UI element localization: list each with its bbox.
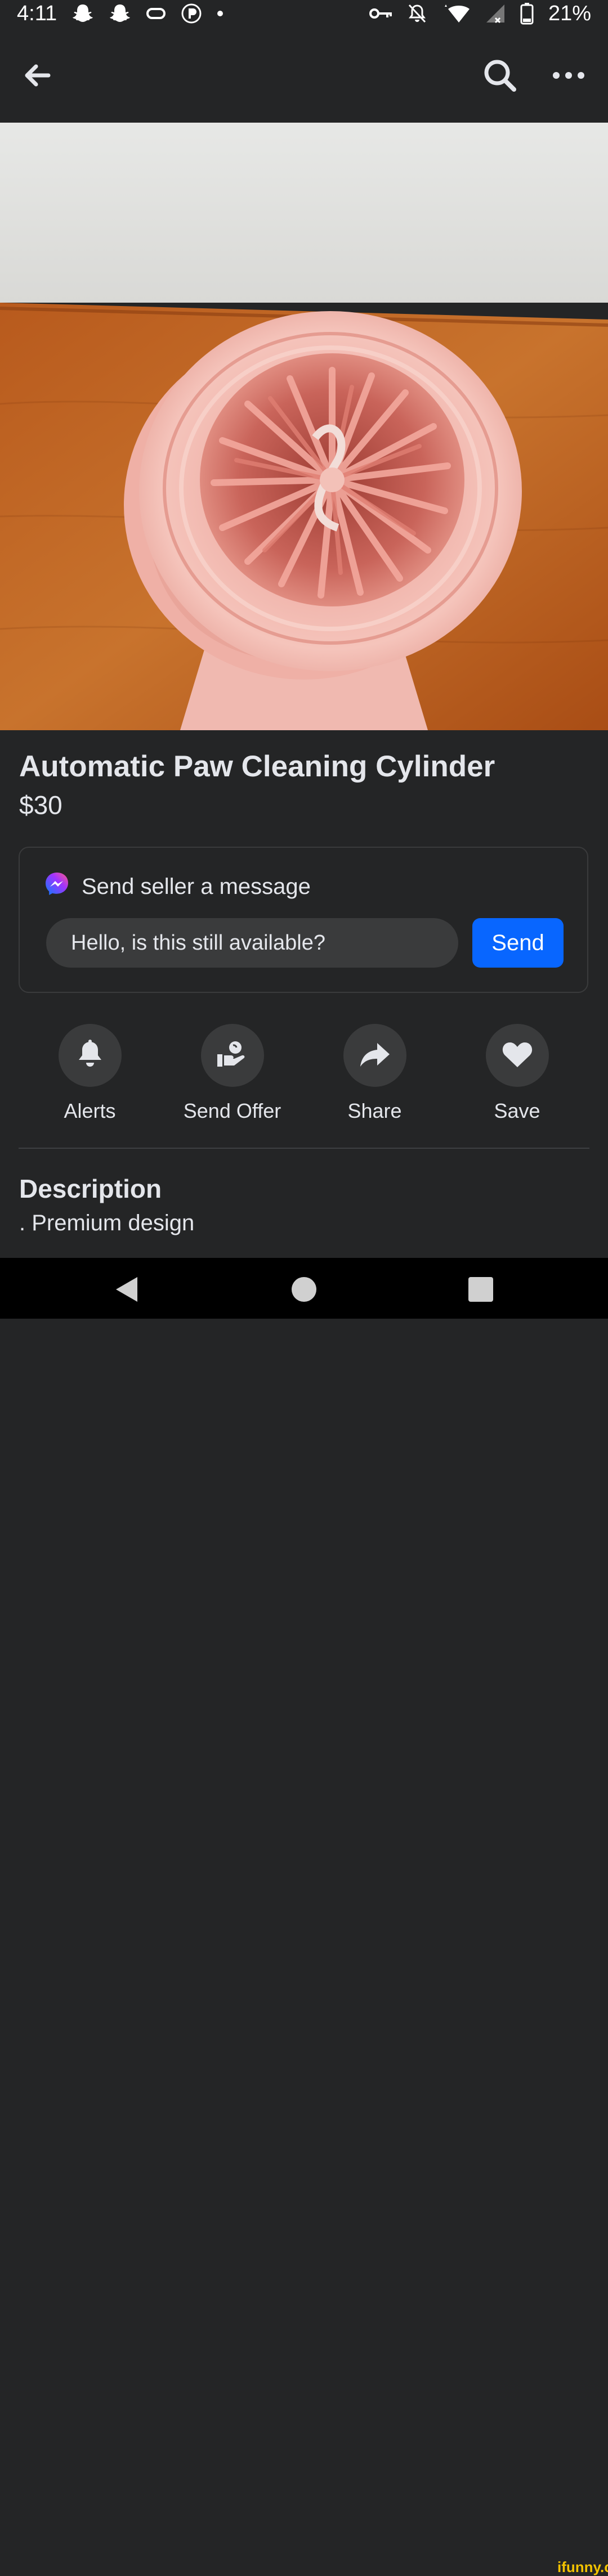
alerts-label: Alerts: [64, 1099, 116, 1122]
system-nav-bar: ifunny.co: [0, 1258, 608, 2575]
hand-offer-icon: [216, 1040, 249, 1072]
arrow-left-icon[interactable]: [21, 60, 53, 91]
description-heading: Description: [19, 1174, 162, 1203]
action-row: Alerts Send Offer Share Save: [19, 1024, 588, 1125]
search-icon[interactable]: [482, 57, 518, 93]
listing-price: $30: [19, 790, 62, 820]
message-header: Send seller a message: [44, 871, 311, 902]
save-circle[interactable]: [485, 1024, 549, 1087]
description-text: . Premium design: [19, 1211, 195, 1235]
section-divider: [19, 1148, 589, 1149]
bell-icon: [77, 1039, 104, 1072]
status-time: 4:11: [17, 1, 57, 25]
send-offer-circle[interactable]: [200, 1024, 264, 1087]
send-button[interactable]: Send: [472, 918, 564, 968]
listing-photo[interactable]: [0, 123, 608, 730]
signal-icon: [485, 3, 506, 24]
bell-off-icon: [408, 3, 427, 24]
messenger-icon: [44, 871, 69, 902]
alerts-circle[interactable]: [58, 1024, 122, 1087]
battery-percent: 21%: [548, 1, 591, 25]
message-input[interactable]: [46, 918, 458, 968]
key-icon: [369, 7, 393, 20]
listing-title: Automatic Paw Cleaning Cylinder: [19, 750, 495, 783]
alerts-button[interactable]: Alerts: [28, 1024, 152, 1125]
share-circle[interactable]: [343, 1024, 406, 1087]
share-label: Share: [347, 1099, 402, 1122]
message-seller-card: Send seller a message Send: [19, 847, 588, 993]
save-label: Save: [494, 1099, 540, 1122]
snapchat-icon: [109, 3, 131, 24]
pill-icon: [146, 7, 166, 20]
status-bar: 4:11 21%: [0, 0, 608, 27]
more-horizontal-icon[interactable]: [551, 62, 587, 89]
notification-dot-icon: [217, 10, 223, 17]
snapchat-icon: [71, 3, 94, 24]
wifi-icon: [441, 3, 471, 24]
heart-icon: [502, 1040, 533, 1071]
save-button[interactable]: Save: [455, 1024, 579, 1125]
message-header-label: Send seller a message: [82, 874, 311, 899]
app-icon: [181, 3, 202, 24]
send-offer-button[interactable]: Send Offer: [171, 1024, 294, 1125]
nav-recents-icon[interactable]: [465, 1274, 497, 1305]
share-button[interactable]: Share: [313, 1024, 437, 1125]
watermark: ifunny.co: [557, 2559, 608, 2575]
send-offer-label: Send Offer: [183, 1099, 281, 1122]
nav-back-icon[interactable]: [111, 1274, 143, 1305]
app-bar: [0, 27, 608, 123]
battery-icon: [520, 2, 534, 25]
share-arrow-icon: [359, 1041, 391, 1071]
nav-home-icon[interactable]: [288, 1274, 320, 1305]
